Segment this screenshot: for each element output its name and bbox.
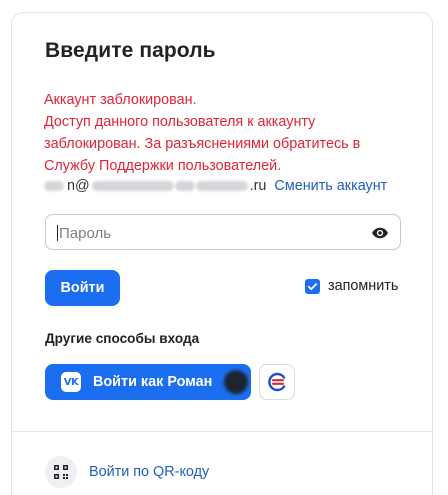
esia-login-button[interactable] [259, 364, 295, 400]
eye-icon[interactable] [371, 224, 389, 242]
redacted-text [44, 181, 64, 191]
error-line: заблокирован. За разъяснениями обратитес… [44, 136, 361, 152]
account-email-domain: .ru [249, 178, 267, 194]
account-row: n@ .ru Сменить аккаунт [44, 177, 387, 195]
avatar [224, 370, 249, 394]
qr-login-label: Войти по QR-коду [89, 464, 210, 480]
qr-login-link[interactable]: Войти по QR-коду [45, 456, 209, 488]
checkbox-checked-icon[interactable] [305, 278, 320, 294]
page-title: Введите пароль [45, 39, 216, 62]
login-button[interactable]: Войти [45, 270, 120, 306]
account-email-fragment: n@ [67, 178, 90, 194]
vk-login-label: Войти как Роман [93, 374, 213, 390]
text-caret [57, 225, 58, 241]
login-card: Введите пароль Аккаунт заблокирован. Дос… [11, 12, 433, 495]
error-line: Аккаунт заблокирован. [44, 92, 197, 108]
password-input[interactable] [59, 222, 359, 244]
vk-login-button[interactable]: VK Войти как Роман [45, 364, 251, 400]
remember-checkbox[interactable]: запомнить [305, 278, 398, 294]
error-line: Службу Поддержки пользователей. [44, 158, 282, 174]
qr-code-icon [45, 456, 77, 488]
password-field[interactable] [45, 214, 401, 250]
error-line: Доступ данного пользователя к аккаунту [44, 114, 316, 130]
redacted-text [174, 181, 195, 191]
divider [12, 431, 432, 432]
switch-account-link[interactable]: Сменить аккаунт [274, 178, 387, 194]
error-message: Аккаунт заблокирован. Доступ данного пол… [44, 89, 404, 177]
esia-logo-icon [268, 372, 286, 392]
redacted-text [91, 181, 174, 191]
other-methods-title: Другие способы входа [45, 331, 200, 346]
vk-logo-icon: VK [61, 372, 81, 392]
remember-label: запомнить [328, 278, 399, 294]
redacted-text [195, 181, 248, 191]
